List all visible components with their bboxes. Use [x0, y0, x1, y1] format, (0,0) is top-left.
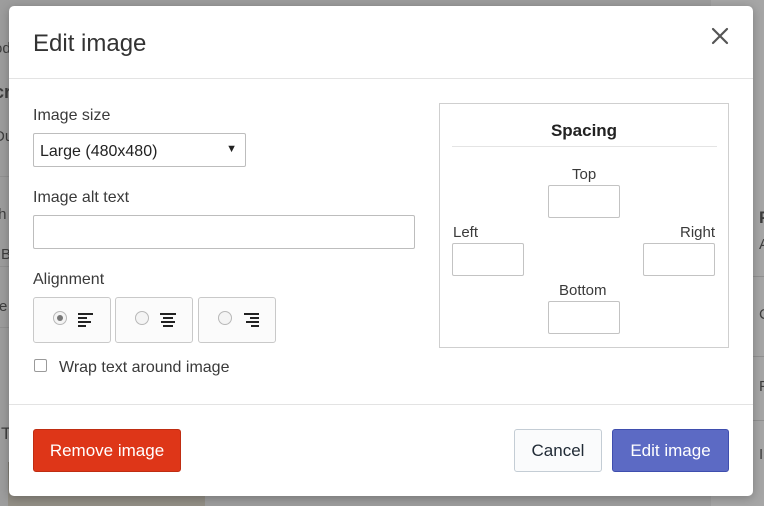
align-center-icon	[160, 313, 176, 327]
background-divider	[753, 356, 764, 357]
spacing-panel: Spacing Top Left Right Bottom	[439, 103, 729, 348]
spacing-top-label: Top	[572, 166, 597, 183]
close-button[interactable]	[709, 25, 731, 47]
align-center-option[interactable]	[115, 297, 193, 343]
spacing-bottom-label: Bottom	[559, 282, 607, 299]
align-left-icon	[78, 313, 93, 327]
wrap-text-label[interactable]: Wrap text around image	[59, 359, 229, 377]
spacing-left-input[interactable]	[452, 243, 524, 276]
spacing-title: Spacing	[550, 121, 618, 140]
alt-text-label: Image alt text	[33, 189, 130, 206]
cancel-button[interactable]: Cancel	[514, 429, 602, 472]
background-text: A	[759, 236, 764, 253]
remove-image-button[interactable]: Remove image	[33, 429, 181, 472]
alt-text-input[interactable]	[33, 215, 415, 249]
background-divider	[0, 176, 9, 177]
image-size-value: Large (480x480)	[40, 143, 158, 160]
align-right-option[interactable]	[198, 297, 276, 343]
close-icon	[711, 27, 729, 45]
background-text: C	[759, 306, 764, 323]
align-left-radio[interactable]	[53, 311, 67, 325]
align-right-icon	[244, 313, 259, 327]
modal-title: Edit image	[33, 30, 147, 57]
wrap-text-checkbox[interactable]	[34, 359, 47, 372]
edit-image-button[interactable]: Edit image	[612, 429, 729, 472]
edit-image-modal: Edit image Image size Large (480x480) ▼ …	[9, 6, 753, 496]
background-text: th	[0, 206, 7, 223]
spacing-top-input[interactable]	[548, 185, 620, 218]
image-size-label: Image size	[33, 107, 111, 124]
background-text: e	[0, 298, 8, 315]
spacing-divider	[452, 146, 717, 147]
modal-header: Edit image	[9, 6, 753, 79]
background-divider	[753, 420, 764, 421]
align-right-radio[interactable]	[218, 311, 232, 325]
modal-footer: Remove image Cancel Edit image	[9, 404, 753, 496]
spacing-left-label: Left	[453, 224, 479, 241]
image-size-select[interactable]: Large (480x480) ▼	[33, 133, 246, 167]
align-left-option[interactable]	[33, 297, 111, 343]
spacing-right-input[interactable]	[643, 243, 715, 276]
align-center-radio[interactable]	[135, 311, 149, 325]
background-divider	[0, 327, 9, 328]
spacing-right-label: Right	[680, 224, 716, 241]
background-divider	[0, 266, 9, 267]
background-divider	[753, 276, 764, 277]
background-text: F	[759, 378, 764, 395]
background-text: P	[759, 208, 764, 228]
background-text: I	[759, 446, 764, 463]
dropdown-arrow-icon: ▼	[226, 143, 237, 155]
spacing-bottom-input[interactable]	[548, 301, 620, 334]
alignment-label: Alignment	[33, 271, 105, 288]
